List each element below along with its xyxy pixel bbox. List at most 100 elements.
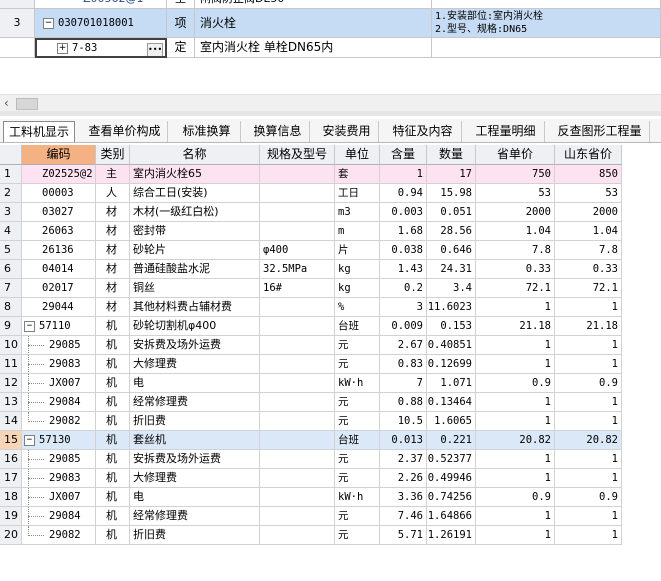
table-row[interactable]: 12 JX007 机电 kW·h 7 1.071 0.9 0.9 bbox=[0, 374, 661, 393]
province-price-cell[interactable]: 1 bbox=[476, 469, 555, 488]
type-cell[interactable]: 机 bbox=[96, 431, 130, 450]
item-row-partial[interactable]: Z00562@1 主 闸阀防止阀DE50 bbox=[0, 0, 661, 9]
unit-cell[interactable]: 元 bbox=[335, 526, 380, 545]
table-row[interactable]: 20 29082 机折旧费元 5.71 1.26191 1 1 bbox=[0, 526, 661, 545]
quantity-cell[interactable]: 0.646 bbox=[427, 241, 476, 260]
code-cell[interactable]: 29084 bbox=[22, 393, 96, 412]
shandong-price-cell[interactable]: 850 bbox=[555, 165, 622, 184]
province-price-cell[interactable]: 2000 bbox=[476, 203, 555, 222]
table-row[interactable]: 15−57130 机套丝机 台班 0.013 0.221 20.82 20.82 bbox=[0, 431, 661, 450]
quantity-cell[interactable]: 28.56 bbox=[427, 222, 476, 241]
quota-row-7-83[interactable]: +7-83 ••• 定 室内消火栓 单栓DN65内 bbox=[0, 38, 661, 58]
content-cell[interactable]: 2.67 bbox=[380, 336, 427, 355]
unit-cell[interactable]: 元 bbox=[335, 355, 380, 374]
name-cell[interactable]: 砂轮片 bbox=[130, 241, 260, 260]
type-cell[interactable]: 机 bbox=[96, 450, 130, 469]
code-cell[interactable]: JX007 bbox=[22, 374, 96, 393]
province-price-cell[interactable]: 1 bbox=[476, 298, 555, 317]
quantity-cell[interactable]: 0.52377 bbox=[427, 450, 476, 469]
header-unit[interactable]: 单位 bbox=[335, 145, 380, 165]
quantity-cell[interactable]: 0.13464 bbox=[427, 393, 476, 412]
shandong-price-cell[interactable]: 2000 bbox=[555, 203, 622, 222]
code-cell[interactable]: 29082 bbox=[22, 526, 96, 545]
tab-unit-price[interactable]: 查看单价构成 bbox=[82, 121, 168, 142]
province-price-cell[interactable]: 0.33 bbox=[476, 260, 555, 279]
shandong-price-cell[interactable]: 1 bbox=[555, 507, 622, 526]
content-cell[interactable]: 7.46 bbox=[380, 507, 427, 526]
name-cell[interactable]: 经常修理费 bbox=[130, 393, 260, 412]
code-cell[interactable]: 29083 bbox=[22, 469, 96, 488]
content-cell[interactable]: 0.003 bbox=[380, 203, 427, 222]
spec-cell[interactable] bbox=[260, 393, 335, 412]
table-row[interactable]: 7 02017 材铜丝 16# kg 0.2 3.4 72.1 72.1 bbox=[0, 279, 661, 298]
type-cell[interactable]: 主 bbox=[96, 165, 130, 184]
province-price-cell[interactable]: 1 bbox=[476, 393, 555, 412]
content-cell[interactable]: 1.43 bbox=[380, 260, 427, 279]
spec-cell[interactable] bbox=[260, 450, 335, 469]
code-cell[interactable]: 29085 bbox=[22, 336, 96, 355]
item-code-cell[interactable]: −030701018001 bbox=[35, 9, 167, 38]
spec-cell[interactable] bbox=[260, 374, 335, 393]
scroll-left-icon[interactable]: ‹ bbox=[4, 96, 9, 110]
tab-materials[interactable]: 工料机显示 bbox=[3, 121, 75, 142]
province-price-cell[interactable]: 1 bbox=[476, 355, 555, 374]
province-price-cell[interactable]: 1.04 bbox=[476, 222, 555, 241]
table-row[interactable]: 14 29082 机折旧费元 10.5 1.6065 1 1 bbox=[0, 412, 661, 431]
code-cell[interactable]: 02017 bbox=[22, 279, 96, 298]
item-row-3[interactable]: 3 −030701018001 项 消火栓 1.安装部位:室内消火栓 2.型号、… bbox=[0, 9, 661, 38]
quantity-cell[interactable]: 17 bbox=[427, 165, 476, 184]
pane-splitter[interactable] bbox=[0, 111, 661, 116]
header-name[interactable]: 名称 bbox=[130, 145, 260, 165]
unit-cell[interactable]: 元 bbox=[335, 393, 380, 412]
shandong-price-cell[interactable]: 1 bbox=[555, 355, 622, 374]
province-price-cell[interactable]: 1 bbox=[476, 450, 555, 469]
quantity-cell[interactable]: 3.4 bbox=[427, 279, 476, 298]
quantity-cell[interactable]: 0.221 bbox=[427, 431, 476, 450]
tab-features[interactable]: 特征及内容 bbox=[384, 121, 462, 142]
name-cell[interactable]: 套丝机 bbox=[130, 431, 260, 450]
item-type-cell[interactable]: 主 bbox=[167, 0, 195, 9]
type-cell[interactable]: 机 bbox=[96, 469, 130, 488]
spec-cell[interactable] bbox=[260, 412, 335, 431]
type-cell[interactable]: 机 bbox=[96, 526, 130, 545]
collapse-icon[interactable]: − bbox=[24, 434, 35, 446]
spec-cell[interactable]: φ400 bbox=[260, 241, 335, 260]
content-cell[interactable]: 0.009 bbox=[380, 317, 427, 336]
unit-cell[interactable]: kW·h bbox=[335, 488, 380, 507]
code-cell[interactable]: −57130 bbox=[22, 431, 96, 450]
name-cell[interactable]: 大修理费 bbox=[130, 469, 260, 488]
quantity-cell[interactable]: 0.12699 bbox=[427, 355, 476, 374]
item-code-cell[interactable]: Z00562@1 bbox=[35, 0, 167, 9]
province-price-cell[interactable]: 750 bbox=[476, 165, 555, 184]
name-cell[interactable]: 安拆费及场外运费 bbox=[130, 450, 260, 469]
content-cell[interactable]: 0.94 bbox=[380, 184, 427, 203]
tab-install-cost[interactable]: 安装费用 bbox=[315, 121, 379, 142]
table-row[interactable]: 6 04014 材普通硅酸盐水泥 32.5MPa kg 1.43 24.31 0.33 0.33 bbox=[0, 260, 661, 279]
province-price-cell[interactable]: 20.82 bbox=[476, 431, 555, 450]
content-cell[interactable]: 3 bbox=[380, 298, 427, 317]
spec-cell[interactable] bbox=[260, 298, 335, 317]
unit-cell[interactable]: 套 bbox=[335, 165, 380, 184]
header-type[interactable]: 类别 bbox=[96, 145, 130, 165]
unit-cell[interactable]: kW·h bbox=[335, 374, 380, 393]
name-cell[interactable]: 密封带 bbox=[130, 222, 260, 241]
name-cell[interactable]: 安拆费及场外运费 bbox=[130, 336, 260, 355]
code-cell[interactable]: 26136 bbox=[22, 241, 96, 260]
shandong-price-cell[interactable]: 1 bbox=[555, 298, 622, 317]
content-cell[interactable]: 7 bbox=[380, 374, 427, 393]
table-row[interactable]: 8 29044 材其他材料费占辅材费% 3 11.6023 1 1 bbox=[0, 298, 661, 317]
spec-cell[interactable]: 32.5MPa bbox=[260, 260, 335, 279]
shandong-price-cell[interactable]: 1 bbox=[555, 469, 622, 488]
item-category-cell[interactable]: 项 bbox=[167, 9, 195, 38]
content-cell[interactable]: 1.68 bbox=[380, 222, 427, 241]
type-cell[interactable]: 机 bbox=[96, 336, 130, 355]
content-cell[interactable]: 5.71 bbox=[380, 526, 427, 545]
quantity-cell[interactable]: 0.051 bbox=[427, 203, 476, 222]
quantity-cell[interactable]: 1.26191 bbox=[427, 526, 476, 545]
shandong-price-cell[interactable]: 21.18 bbox=[555, 317, 622, 336]
spec-cell[interactable] bbox=[260, 526, 335, 545]
unit-cell[interactable]: 台班 bbox=[335, 317, 380, 336]
table-row[interactable]: 9−57110 机砂轮切割机φ400 台班 0.009 0.153 21.18 21.18 bbox=[0, 317, 661, 336]
type-cell[interactable]: 机 bbox=[96, 317, 130, 336]
shandong-price-cell[interactable]: 1 bbox=[555, 526, 622, 545]
